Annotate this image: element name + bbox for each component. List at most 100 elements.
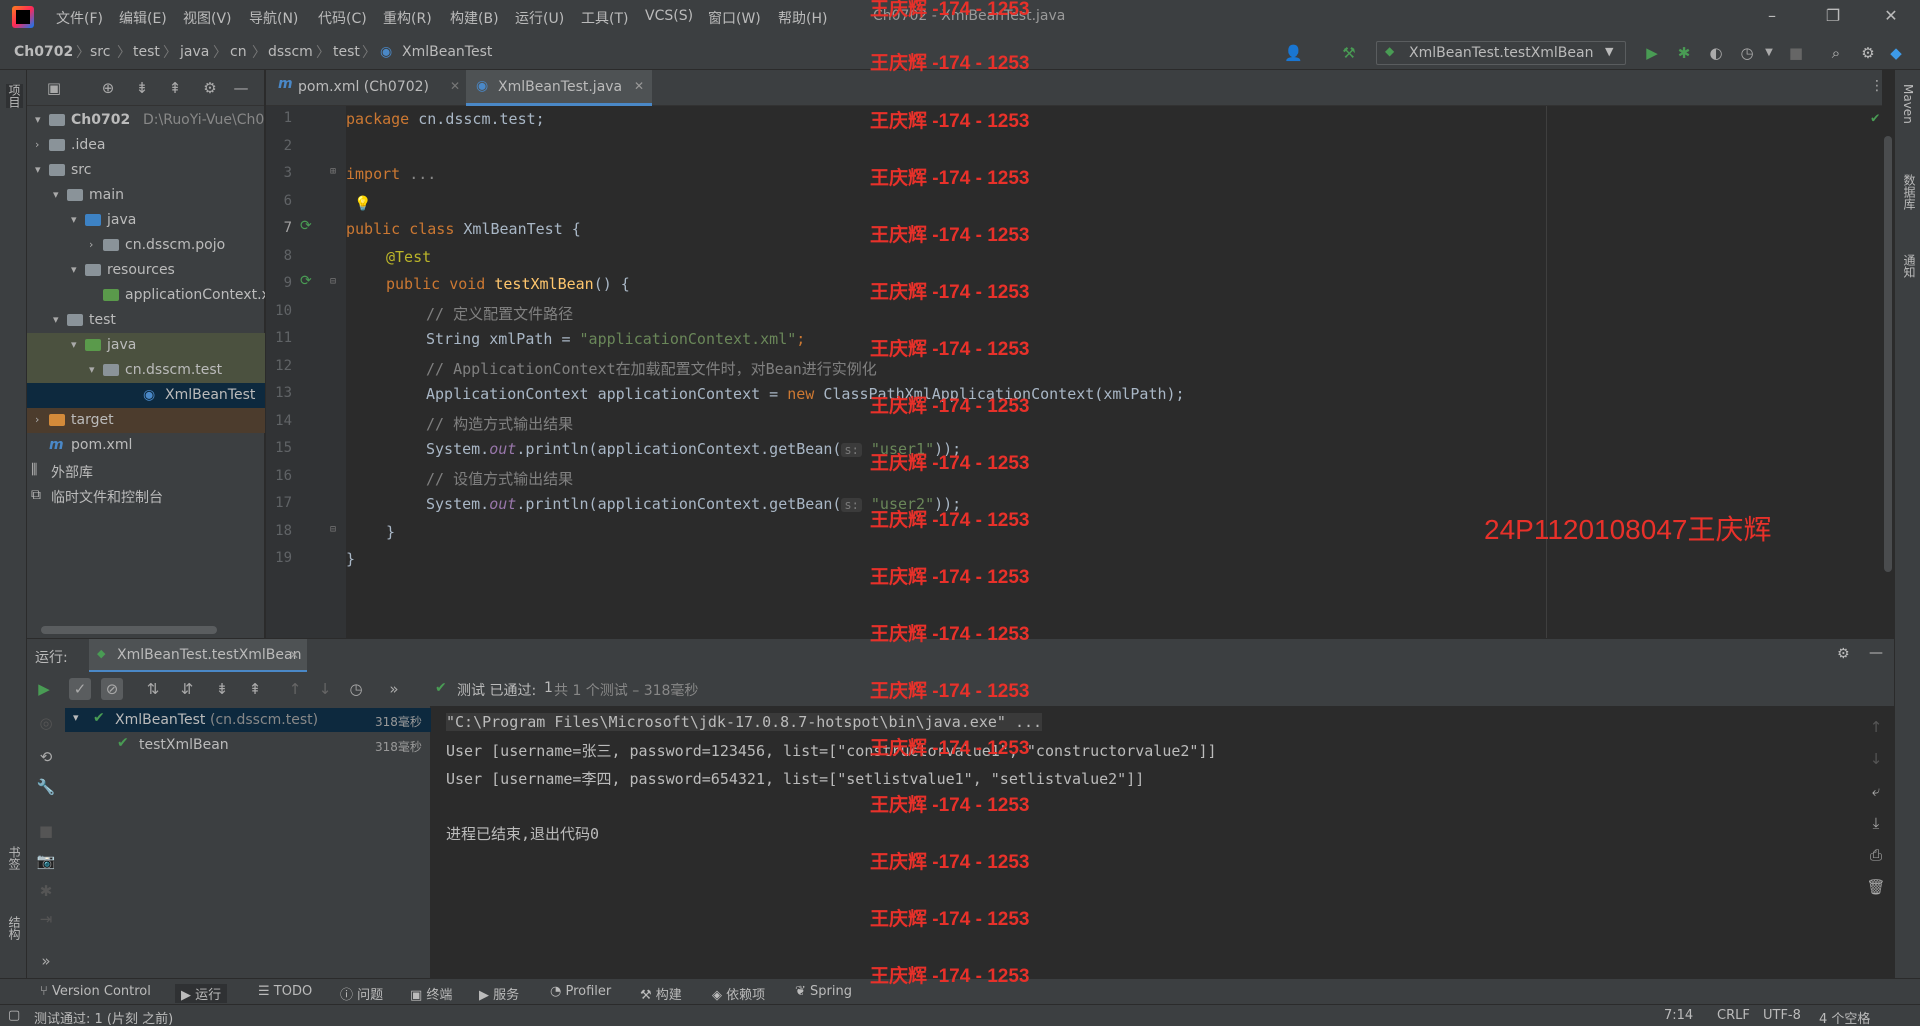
menu-edit[interactable]: 编辑(E) xyxy=(119,8,167,28)
tree-item-main-java[interactable]: ▾ java xyxy=(27,208,265,233)
inspection-ok-icon[interactable]: ✔ xyxy=(1871,110,1879,126)
expand-all-icon[interactable]: ⇟ xyxy=(131,77,153,99)
horizontal-scrollbar[interactable] xyxy=(41,626,217,634)
expand-all-icon[interactable]: ⇟ xyxy=(211,678,233,700)
tree-item-pom[interactable]: m pom.xml xyxy=(27,433,265,458)
file-encoding[interactable]: UTF-8 xyxy=(1763,1008,1801,1023)
more-icon[interactable]: » xyxy=(35,950,57,972)
gear-icon[interactable]: ⚙ xyxy=(199,77,221,99)
menu-run[interactable]: 运行(U) xyxy=(515,8,564,28)
tree-item-external-libs[interactable]: ⫼ 外部库 xyxy=(27,458,265,483)
coverage-icon[interactable]: ◐ xyxy=(1707,44,1725,62)
tab-build[interactable]: ⚒ 构建 xyxy=(640,984,682,1003)
search-icon[interactable]: ⌕ xyxy=(1827,44,1845,62)
tab-version-control[interactable]: ⑂ Version Control xyxy=(40,984,151,999)
menu-navigate[interactable]: 导航(N) xyxy=(249,8,298,28)
vcs-user-icon[interactable]: 👤 xyxy=(1284,44,1303,62)
fold-icon[interactable]: ⊟ xyxy=(330,524,336,535)
hide-icon[interactable]: — xyxy=(230,77,252,99)
status-toggle-icon[interactable]: ▢ xyxy=(8,1008,20,1023)
settings-wrench-icon[interactable]: 🔧 xyxy=(35,776,57,798)
bookmarks-tool-tab[interactable]: 书签 xyxy=(6,846,23,870)
history-icon[interactable]: ◷ xyxy=(345,678,367,700)
line-separator[interactable]: CRLF xyxy=(1717,1008,1750,1023)
maven-tool-tab[interactable]: Maven xyxy=(1901,84,1915,124)
run-configuration-selector[interactable]: ◆ XmlBeanTest.testXmlBean ▼ xyxy=(1376,41,1626,65)
more-tabs-icon[interactable]: ⋮ xyxy=(1870,78,1884,94)
run-dashboard-icon[interactable]: ◎ xyxy=(35,712,57,734)
breadcrumb-dsscm[interactable]: dsscm xyxy=(268,44,313,60)
breadcrumb-class[interactable]: XmlBeanTest xyxy=(402,44,492,60)
collapse-all-icon[interactable]: ⇞ xyxy=(244,678,266,700)
tree-item-xmlbeantest[interactable]: ◉ XmlBeanTest xyxy=(27,383,265,408)
stop-icon[interactable]: ■ xyxy=(35,820,57,842)
menu-build[interactable]: 构建(B) xyxy=(450,8,499,28)
tree-item-target[interactable]: › target xyxy=(27,408,265,433)
camera-icon[interactable]: 📷 xyxy=(35,850,57,872)
tree-item-main[interactable]: ▾ main xyxy=(27,183,265,208)
tree-item-resources[interactable]: ▾ resources xyxy=(27,258,265,283)
lightbulb-icon[interactable]: 💡 xyxy=(354,196,371,212)
console-output[interactable]: "C:\Program Files\Microsoft\jdk-17.0.8.7… xyxy=(431,706,1859,978)
down-arrow-icon[interactable]: ↓ xyxy=(1865,748,1887,770)
close-tab-icon[interactable]: ✕ xyxy=(289,648,299,662)
show-ignored-icon[interactable]: ⊘ xyxy=(101,678,123,700)
intellij-logo-icon[interactable] xyxy=(12,6,34,28)
menu-vcs[interactable]: VCS(S) xyxy=(645,8,693,24)
previous-failed-icon[interactable]: ↑ xyxy=(284,678,306,700)
menu-refactor[interactable]: 重构(R) xyxy=(383,8,432,28)
tree-root[interactable]: ▾ Ch0702 D:\RuoYi-Vue\Ch0702 xyxy=(27,108,265,133)
restore-icon[interactable]: ❐ xyxy=(1818,6,1848,30)
code-editor[interactable]: package cn.dsscm.test; import ... 💡 publ… xyxy=(346,106,1882,638)
locate-icon[interactable]: ⊕ xyxy=(97,77,119,99)
profile-icon[interactable]: ◷ xyxy=(1738,44,1756,62)
breadcrumb-cn[interactable]: cn xyxy=(230,44,247,60)
notifications-tool-tab[interactable]: 通知 xyxy=(1901,254,1918,278)
tree-item-src[interactable]: ▾ src xyxy=(27,158,265,183)
structure-tool-tab[interactable]: 结构 xyxy=(6,916,23,940)
caret-position[interactable]: 7:14 xyxy=(1664,1008,1693,1023)
menu-file[interactable]: 文件(F) xyxy=(56,8,103,28)
tab-spring[interactable]: ❦ Spring xyxy=(795,984,852,999)
tab-xmlbeantest[interactable]: ◉ XmlBeanTest.java ✕ xyxy=(466,70,652,106)
menu-view[interactable]: 视图(V) xyxy=(183,8,232,28)
tab-pom[interactable]: m pom.xml (Ch0702) ✕ xyxy=(274,70,466,106)
test-row-method[interactable]: ✔ testXmlBean 318毫秒 xyxy=(65,733,431,757)
tab-todo[interactable]: ☰ TODO xyxy=(258,984,312,999)
tree-item-scratches[interactable]: ⧉ 临时文件和控制台 xyxy=(27,483,265,508)
show-passed-icon[interactable]: ✓ xyxy=(69,678,91,700)
run-test-method-icon[interactable]: ⟳ xyxy=(300,273,312,289)
status-message[interactable]: 测试通过: 1 (片刻 之前) xyxy=(34,1008,173,1026)
menu-window[interactable]: 窗口(W) xyxy=(708,8,761,28)
tab-terminal[interactable]: ▣ 终端 xyxy=(410,984,452,1003)
breadcrumb-java[interactable]: java xyxy=(180,44,209,60)
tree-item-app-context[interactable]: applicationContext.xml xyxy=(27,283,265,308)
tree-item-pojo[interactable]: › cn.dsscm.pojo xyxy=(27,233,265,258)
tab-problems[interactable]: ⓘ 问题 xyxy=(340,984,383,1003)
breadcrumb-test-pkg[interactable]: test xyxy=(333,44,360,60)
close-icon[interactable]: ✕ xyxy=(1876,6,1906,30)
jetbrains-icon[interactable]: ◆ xyxy=(1887,44,1905,62)
indent-setting[interactable]: 4 个空格 xyxy=(1819,1008,1870,1026)
stop-icon[interactable]: ■ xyxy=(1787,44,1805,62)
tab-dependencies[interactable]: ◈ 依赖项 xyxy=(712,984,765,1003)
run-icon[interactable]: ▶ xyxy=(1643,44,1661,62)
gear-icon[interactable]: ⚙ xyxy=(1837,646,1850,662)
tab-profiler[interactable]: ◔ Profiler xyxy=(550,984,611,999)
exit-icon[interactable]: ⇥ xyxy=(35,908,57,930)
debug-icon[interactable]: ✱ xyxy=(35,880,57,902)
scroll-thumb[interactable] xyxy=(1884,136,1892,572)
rerun-icon[interactable]: ▶ xyxy=(33,678,55,700)
tree-item-test-pkg[interactable]: ▾ cn.dsscm.test xyxy=(27,358,265,383)
rerun-failed-icon[interactable]: ⟲ xyxy=(35,746,57,768)
tree-item-idea[interactable]: › .idea xyxy=(27,133,265,158)
test-row-class[interactable]: ▾ ✔ XmlBeanTest (cn.dsscm.test) 318毫秒 xyxy=(65,708,431,732)
tab-run[interactable]: ▶ 运行 xyxy=(175,984,228,1003)
close-tab-icon[interactable]: ✕ xyxy=(634,79,644,93)
more-icon[interactable]: » xyxy=(383,678,405,700)
tree-item-test[interactable]: ▾ test xyxy=(27,308,265,333)
view-mode-icon[interactable]: ▣ xyxy=(43,77,65,99)
sort-duration-icon[interactable]: ⇵ xyxy=(176,678,198,700)
editor-scrollbar[interactable] xyxy=(1882,106,1894,638)
build-hammer-icon[interactable]: ⚒ xyxy=(1340,44,1358,62)
